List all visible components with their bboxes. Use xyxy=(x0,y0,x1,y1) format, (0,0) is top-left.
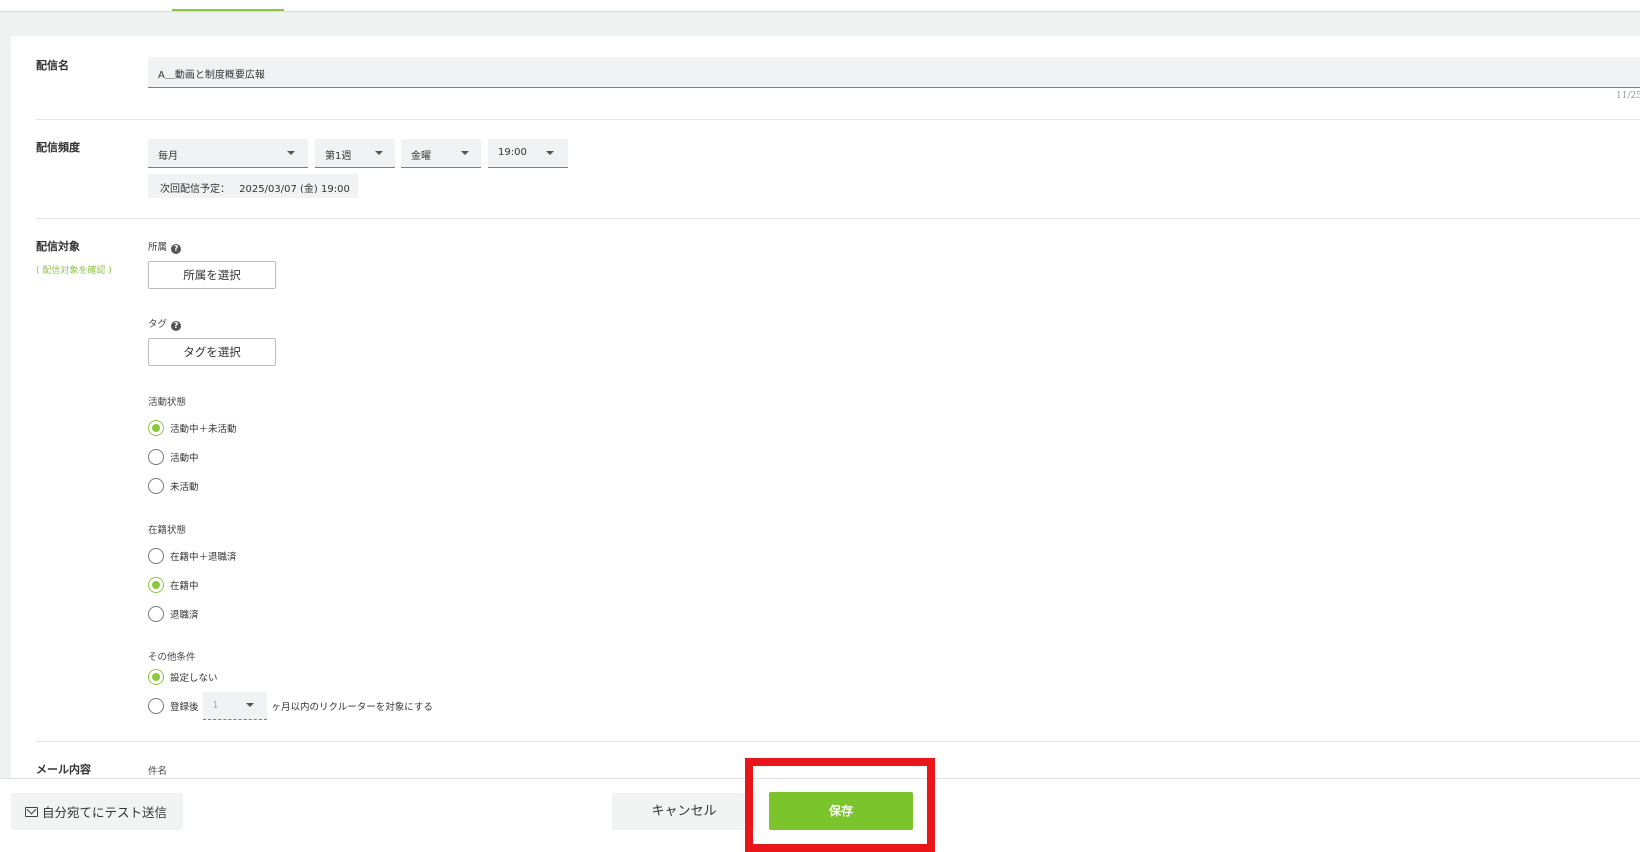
delivery-target-label: 配信対象 xyxy=(36,240,80,253)
radio-label: 活動中 xyxy=(170,453,199,464)
enrollment-option-all[interactable]: 在籍中＋退職済 xyxy=(148,548,237,564)
months-value: 1 xyxy=(212,700,219,711)
enrollment-status-label: 在籍状態 xyxy=(148,525,187,536)
radio-unchecked-icon[interactable] xyxy=(148,478,164,494)
radio-label-suffix: ヶ月以内のリクルーターを対象にする xyxy=(271,702,433,713)
test-send-label: 自分宛てにテスト送信 xyxy=(42,805,168,820)
active-tab-indicator xyxy=(172,9,284,11)
delivery-name-label: 配信名 xyxy=(36,59,69,72)
radio-label: 在籍中 xyxy=(170,581,199,592)
other-option-none[interactable]: 設定しない xyxy=(148,669,218,685)
top-tab-bar xyxy=(0,0,1640,12)
test-send-button[interactable]: 自分宛てにテスト送信 xyxy=(11,793,183,830)
radio-checked-icon[interactable] xyxy=(148,577,164,593)
radio-unchecked-icon[interactable] xyxy=(148,449,164,465)
confirm-target-link[interactable]: ( 配信対象を確認 ) xyxy=(36,263,112,276)
divider xyxy=(36,218,1640,219)
select-tag-button[interactable]: タグを選択 xyxy=(148,338,276,366)
mail-content-label: メール内容 xyxy=(36,763,91,776)
other-conditions-label: その他条件 xyxy=(148,652,196,663)
next-schedule-box: 次回配信予定： 2025/03/07 (金) 19:00 xyxy=(148,174,358,198)
chevron-down-icon xyxy=(245,703,254,707)
help-icon[interactable]: ? xyxy=(171,244,182,254)
radio-unchecked-icon[interactable] xyxy=(148,548,164,564)
other-option-registered[interactable]: 登録後 1 ヶ月以内のリクルーターを対象にする xyxy=(148,692,433,720)
mail-icon xyxy=(25,806,38,817)
chevron-down-icon xyxy=(287,151,295,155)
tag-label-row: タグ? xyxy=(148,316,182,331)
radio-label: 活動中＋未活動 xyxy=(170,424,237,435)
department-label-row: 所属? xyxy=(148,239,182,254)
frequency-period-select[interactable]: 毎月 xyxy=(148,139,308,168)
radio-checked-icon[interactable] xyxy=(148,669,164,685)
enrollment-option-retired[interactable]: 退職済 xyxy=(148,606,199,622)
frequency-weekday-value: 金曜 xyxy=(411,151,431,162)
frequency-weekday-select[interactable]: 金曜 xyxy=(401,139,481,168)
activity-option-active[interactable]: 活動中 xyxy=(148,449,199,465)
tag-label: タグ xyxy=(148,319,168,330)
months-select[interactable]: 1 xyxy=(202,692,267,720)
activity-option-all[interactable]: 活動中＋未活動 xyxy=(148,420,237,436)
department-label: 所属 xyxy=(148,242,168,253)
chevron-down-icon xyxy=(546,151,554,155)
frequency-period-value: 毎月 xyxy=(158,151,178,162)
select-department-button[interactable]: 所属を選択 xyxy=(148,261,276,289)
radio-unchecked-icon[interactable] xyxy=(148,606,164,622)
radio-checked-icon[interactable] xyxy=(148,420,164,436)
activity-status-label: 活動状態 xyxy=(148,397,187,408)
delivery-frequency-label: 配信頻度 xyxy=(36,141,80,154)
radio-label: 設定しない xyxy=(170,673,218,684)
subject-label: 件名 xyxy=(148,766,168,777)
divider xyxy=(36,741,1640,742)
next-schedule-label: 次回配信予定： xyxy=(160,184,230,195)
save-button[interactable]: 保存 xyxy=(769,792,913,830)
radio-label: 登録後 xyxy=(170,702,199,713)
chevron-down-icon xyxy=(375,151,383,155)
frequency-week-select[interactable]: 第1週 xyxy=(315,139,395,168)
radio-label: 退職済 xyxy=(170,610,199,621)
character-counter: 11/25 xyxy=(1616,91,1640,101)
help-icon[interactable]: ? xyxy=(171,321,182,331)
radio-label: 未活動 xyxy=(170,482,199,493)
radio-unchecked-icon[interactable] xyxy=(148,698,164,714)
frequency-week-value: 第1週 xyxy=(325,151,352,162)
frequency-time-select[interactable]: 19:00 xyxy=(488,139,568,168)
radio-label: 在籍中＋退職済 xyxy=(170,552,237,563)
delivery-name-input[interactable]: A＿動画と制度概要広報 xyxy=(148,57,1640,88)
chevron-down-icon xyxy=(461,151,469,155)
activity-option-inactive[interactable]: 未活動 xyxy=(148,478,199,494)
frequency-time-value: 19:00 xyxy=(498,147,527,158)
enrollment-option-enrolled[interactable]: 在籍中 xyxy=(148,577,199,593)
cancel-button[interactable]: キャンセル xyxy=(612,793,756,830)
next-schedule-value: 2025/03/07 (金) 19:00 xyxy=(239,184,350,195)
divider xyxy=(36,119,1640,120)
